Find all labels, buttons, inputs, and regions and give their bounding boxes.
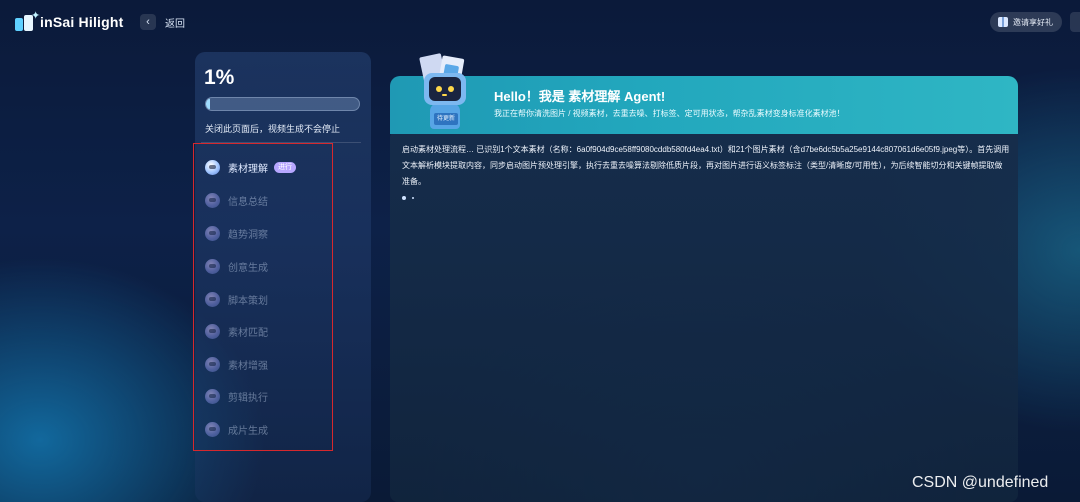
chevron-left-icon[interactable]: ‹ [140, 14, 156, 30]
invite-label: 邀请享好礼 [1013, 17, 1053, 27]
step-label: 成片生成 [228, 425, 268, 437]
robot-icon [205, 356, 220, 372]
invite-button[interactable]: 邀请享好礼 [990, 12, 1062, 32]
status-badge: 进行 [274, 161, 296, 173]
step-label: 信息总结 [228, 196, 268, 208]
back-link[interactable]: 返回 [165, 15, 185, 30]
step-label: 趋势洞察 [228, 229, 268, 241]
agent-message: 启动素材处理流程… 已识别1个文本素材（名称：6a0f904d9ce58ff90… [402, 145, 1010, 186]
step-label: 剪辑执行 [228, 392, 268, 404]
robot-icon [205, 225, 220, 241]
step-label: 素材匹配 [228, 327, 268, 339]
step-item-material-matching[interactable]: 素材匹配 [205, 319, 268, 343]
progress-percent: 1% [204, 66, 235, 89]
agent-title: Hello！我是 素材理解 Agent! [494, 89, 666, 104]
step-label: 创意生成 [228, 262, 268, 274]
robot-icon [205, 291, 220, 307]
robot-icon [205, 388, 220, 404]
step-label: 脚本策划 [228, 295, 268, 307]
edge-menu-button[interactable] [1070, 12, 1080, 32]
step-item-creative-generation[interactable]: 创意生成 [205, 254, 268, 278]
agent-subtitle: 我正在帮你清洗图片 / 视频素材，去重去噪、打标签、定可用状态，帮杂乱素材变身标… [494, 109, 845, 118]
robot-icon [205, 421, 220, 437]
step-item-info-summary[interactable]: 信息总结 [205, 188, 268, 212]
robot-icon [205, 323, 220, 339]
robot-icon [205, 192, 220, 208]
logo-text: inSai Hilight [40, 14, 124, 30]
step-item-material-understanding[interactable]: 素材理解 进行 [205, 155, 296, 179]
step-label: 素材理解 [228, 163, 268, 175]
progress-bar-fill [206, 98, 210, 110]
step-item-editing-execution[interactable]: 剪辑执行 [205, 384, 268, 408]
app-logo[interactable]: ✦ inSai Hilight [14, 10, 124, 33]
top-bar: ✦ inSai Hilight ‹ 返回 邀请享好礼 [0, 0, 1080, 44]
watermark: CSDN @undefined [912, 474, 1049, 491]
progress-bar [205, 97, 360, 111]
robot-icon [205, 159, 220, 175]
step-item-final-video[interactable]: 成片生成 [205, 417, 268, 441]
step-label: 素材增强 [228, 360, 268, 372]
logo-mark-icon: ✦ [14, 10, 40, 32]
progress-note: 关闭此页面后，视频生成不会停止 [205, 124, 341, 134]
robot-sign: 待更新 [434, 113, 458, 125]
step-item-script-planning[interactable]: 脚本策划 [205, 287, 268, 311]
agent-header [390, 76, 1018, 134]
step-item-material-enhancement[interactable]: 素材增强 [205, 352, 268, 376]
typing-indicator [402, 196, 414, 200]
step-item-trend-insight[interactable]: 趋势洞察 [205, 221, 268, 245]
robot-mascot-icon: 待更新 [416, 53, 474, 131]
gift-icon [998, 17, 1008, 27]
robot-icon [205, 258, 220, 274]
